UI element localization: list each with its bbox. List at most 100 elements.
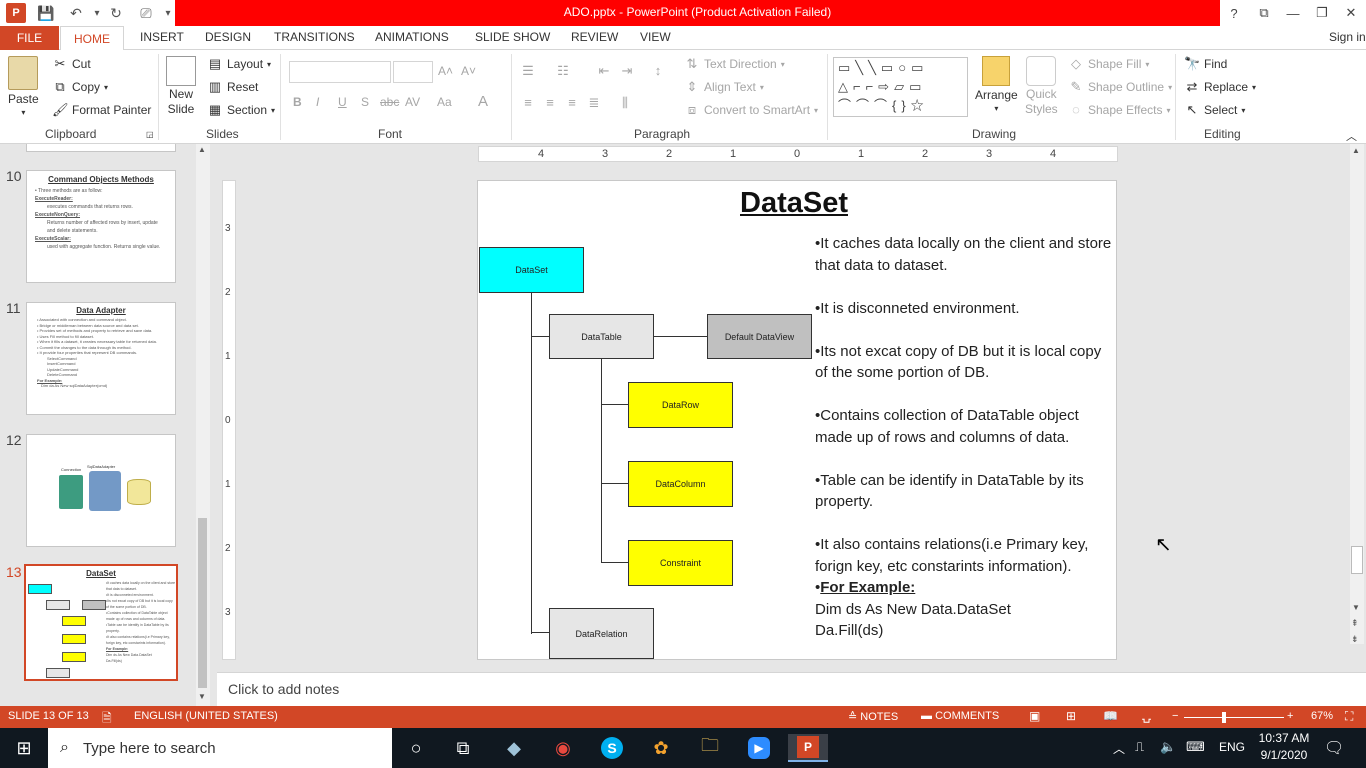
scroll-up-icon[interactable]: ▲: [1352, 146, 1360, 155]
sign-in-link[interactable]: Sign in: [1329, 30, 1366, 44]
font-family-select[interactable]: [289, 61, 391, 83]
notifications-icon[interactable]: 🗨: [1324, 738, 1344, 758]
numbering-button[interactable]: ☷: [555, 63, 571, 79]
datarelation-box[interactable]: DataRelation: [549, 608, 654, 659]
font-size-select[interactable]: [393, 61, 433, 83]
powerpoint-app-icon[interactable]: P: [6, 3, 26, 23]
datacolumn-box[interactable]: DataColumn: [628, 461, 733, 507]
thumbnail-previous[interactable]: [26, 144, 176, 152]
convert-smartart-button[interactable]: ⧈ Convert to SmartArt ▾: [684, 102, 818, 118]
taskbar-search-box[interactable]: ⌕ Type here to search: [48, 728, 392, 768]
shadow-button[interactable]: S: [361, 95, 369, 109]
font-color-button[interactable]: A: [478, 93, 488, 110]
slideshow-view-icon[interactable]: ⍽: [1142, 709, 1151, 723]
skype-icon[interactable]: S: [592, 734, 632, 762]
scroll-up-icon[interactable]: ▲: [198, 145, 206, 154]
justify-button[interactable]: ≣: [586, 95, 602, 111]
comments-toggle[interactable]: ▬ COMMENTS: [921, 710, 999, 722]
keyboard-icon[interactable]: ⌨: [1186, 739, 1205, 755]
increase-font-button[interactable]: A˄: [438, 64, 453, 78]
input-language[interactable]: ENG: [1219, 740, 1245, 754]
bullets-button[interactable]: ☰: [520, 63, 536, 79]
find-button[interactable]: 🔭 Find: [1184, 56, 1227, 72]
chrome-icon[interactable]: ◉: [543, 734, 583, 762]
text-direction-button[interactable]: ⇅ Text Direction ▾: [684, 56, 785, 72]
editor-scrollbar[interactable]: ▲ ▼ ⇞ ⇟: [1350, 144, 1364, 644]
layout-button[interactable]: ▤ Layout ▾: [207, 56, 271, 72]
normal-view-icon[interactable]: ▣: [1029, 709, 1040, 723]
zoom-slider-track[interactable]: [1184, 712, 1284, 723]
tab-slide-show[interactable]: SLIDE SHOW: [475, 30, 550, 44]
tab-design[interactable]: DESIGN: [205, 30, 251, 44]
app-icon[interactable]: ◆: [494, 734, 534, 762]
volume-icon[interactable]: 🔈: [1160, 739, 1176, 755]
slide-body-text[interactable]: •It caches data locally on the client an…: [815, 233, 1115, 642]
cortana-icon[interactable]: ○: [396, 734, 436, 762]
scroll-down-icon[interactable]: ▼: [1352, 603, 1360, 612]
scroll-thumb[interactable]: [1351, 546, 1363, 574]
ribbon-display-options-button[interactable]: ⧉: [1251, 3, 1277, 23]
new-slide-button[interactable]: New Slide: [166, 56, 196, 116]
cut-button[interactable]: ✂ Cut: [52, 56, 91, 72]
thumbnail-slide-12[interactable]: Connection SqlDataAdapter: [26, 434, 176, 547]
scroll-down-icon[interactable]: ▼: [198, 692, 206, 701]
paint-icon[interactable]: ✿: [641, 734, 681, 762]
align-text-button[interactable]: ⇕ Align Text ▾: [684, 79, 764, 95]
tab-animations[interactable]: ANIMATIONS: [375, 30, 449, 44]
next-slide-icon[interactable]: ⇟: [1351, 634, 1359, 645]
strikethrough-button[interactable]: abc: [380, 95, 399, 109]
show-hidden-icons[interactable]: ︿: [1113, 740, 1125, 757]
clipboard-launcher-icon[interactable]: ◲: [146, 130, 154, 139]
dataset-box[interactable]: DataSet: [479, 247, 584, 293]
scroll-thumb[interactable]: [198, 518, 207, 688]
notes-placeholder[interactable]: Click to add notes: [228, 681, 339, 697]
datatable-box[interactable]: DataTable: [549, 314, 654, 359]
replace-button[interactable]: ⇄ Replace ▾: [1184, 79, 1257, 95]
zoom-in-button[interactable]: +: [1287, 710, 1293, 722]
shapes-gallery[interactable]: ▭╲╲▭○▭ △⌐⌐⇨▱▭ ⌒⌒⌒{}☆: [833, 57, 968, 117]
language-indicator[interactable]: ENGLISH (UNITED STATES): [134, 710, 278, 722]
clock-time[interactable]: 10:37 AM: [1258, 731, 1310, 745]
redo-icon[interactable]: ↻: [105, 3, 127, 23]
align-center-button[interactable]: ≡: [542, 95, 558, 111]
align-right-button[interactable]: ≡: [564, 95, 580, 111]
align-left-button[interactable]: ≡: [520, 95, 536, 111]
slide-canvas[interactable]: DataSet DataSet DataTable Default DataVi…: [477, 180, 1117, 660]
file-explorer-icon[interactable]: 🗀: [690, 734, 730, 762]
zoom-app-icon[interactable]: ▶: [739, 734, 779, 762]
char-spacing-button[interactable]: AV: [405, 95, 420, 109]
decrease-font-button[interactable]: A˅: [461, 64, 476, 78]
collapse-ribbon-icon[interactable]: ︿: [1346, 128, 1357, 144]
bold-button[interactable]: B: [293, 95, 302, 109]
help-button[interactable]: ?: [1221, 3, 1247, 23]
arrange-button[interactable]: Arrange ▾: [975, 56, 1018, 113]
thumbnail-slide-10[interactable]: Command Objects Methods • Three methods …: [26, 170, 176, 283]
tab-transitions[interactable]: TRANSITIONS: [274, 30, 355, 44]
tab-file[interactable]: FILE: [0, 26, 59, 50]
shape-effects-button[interactable]: ◌ Shape Effects ▾: [1068, 102, 1170, 118]
notes-pane[interactable]: Click to add notes: [217, 672, 1366, 706]
notes-toggle[interactable]: ≙ NOTES: [848, 710, 898, 723]
quick-styles-button[interactable]: Quick Styles: [1025, 56, 1058, 116]
reset-button[interactable]: ▥ Reset: [207, 79, 259, 95]
reading-view-icon[interactable]: 📖: [1103, 709, 1118, 723]
thumbnail-slide-13[interactable]: DataSet •It caches data locally on the c…: [24, 564, 178, 681]
decrease-indent-button[interactable]: ⇤: [596, 63, 612, 79]
section-button[interactable]: ▦ Section ▾: [207, 102, 275, 118]
windows-start-icon[interactable]: ⊞: [4, 734, 44, 762]
select-button[interactable]: ↖ Select ▾: [1184, 102, 1246, 118]
change-case-button[interactable]: Aa: [437, 95, 452, 109]
slide-title[interactable]: DataSet: [740, 187, 848, 220]
default-dataview-box[interactable]: Default DataView: [707, 314, 812, 359]
underline-button[interactable]: U: [338, 95, 347, 109]
constraint-box[interactable]: Constraint: [628, 540, 733, 586]
slide-sorter-icon[interactable]: ⊞: [1066, 709, 1076, 723]
tab-view[interactable]: VIEW: [640, 30, 671, 44]
zoom-level[interactable]: 67%: [1311, 710, 1333, 722]
datarow-box[interactable]: DataRow: [628, 382, 733, 428]
restore-button[interactable]: ❐: [1309, 3, 1335, 23]
tab-review[interactable]: REVIEW: [571, 30, 618, 44]
italic-button[interactable]: I: [316, 95, 319, 109]
start-slideshow-icon[interactable]: ⎚: [135, 3, 157, 23]
previous-slide-icon[interactable]: ⇞: [1351, 618, 1359, 629]
